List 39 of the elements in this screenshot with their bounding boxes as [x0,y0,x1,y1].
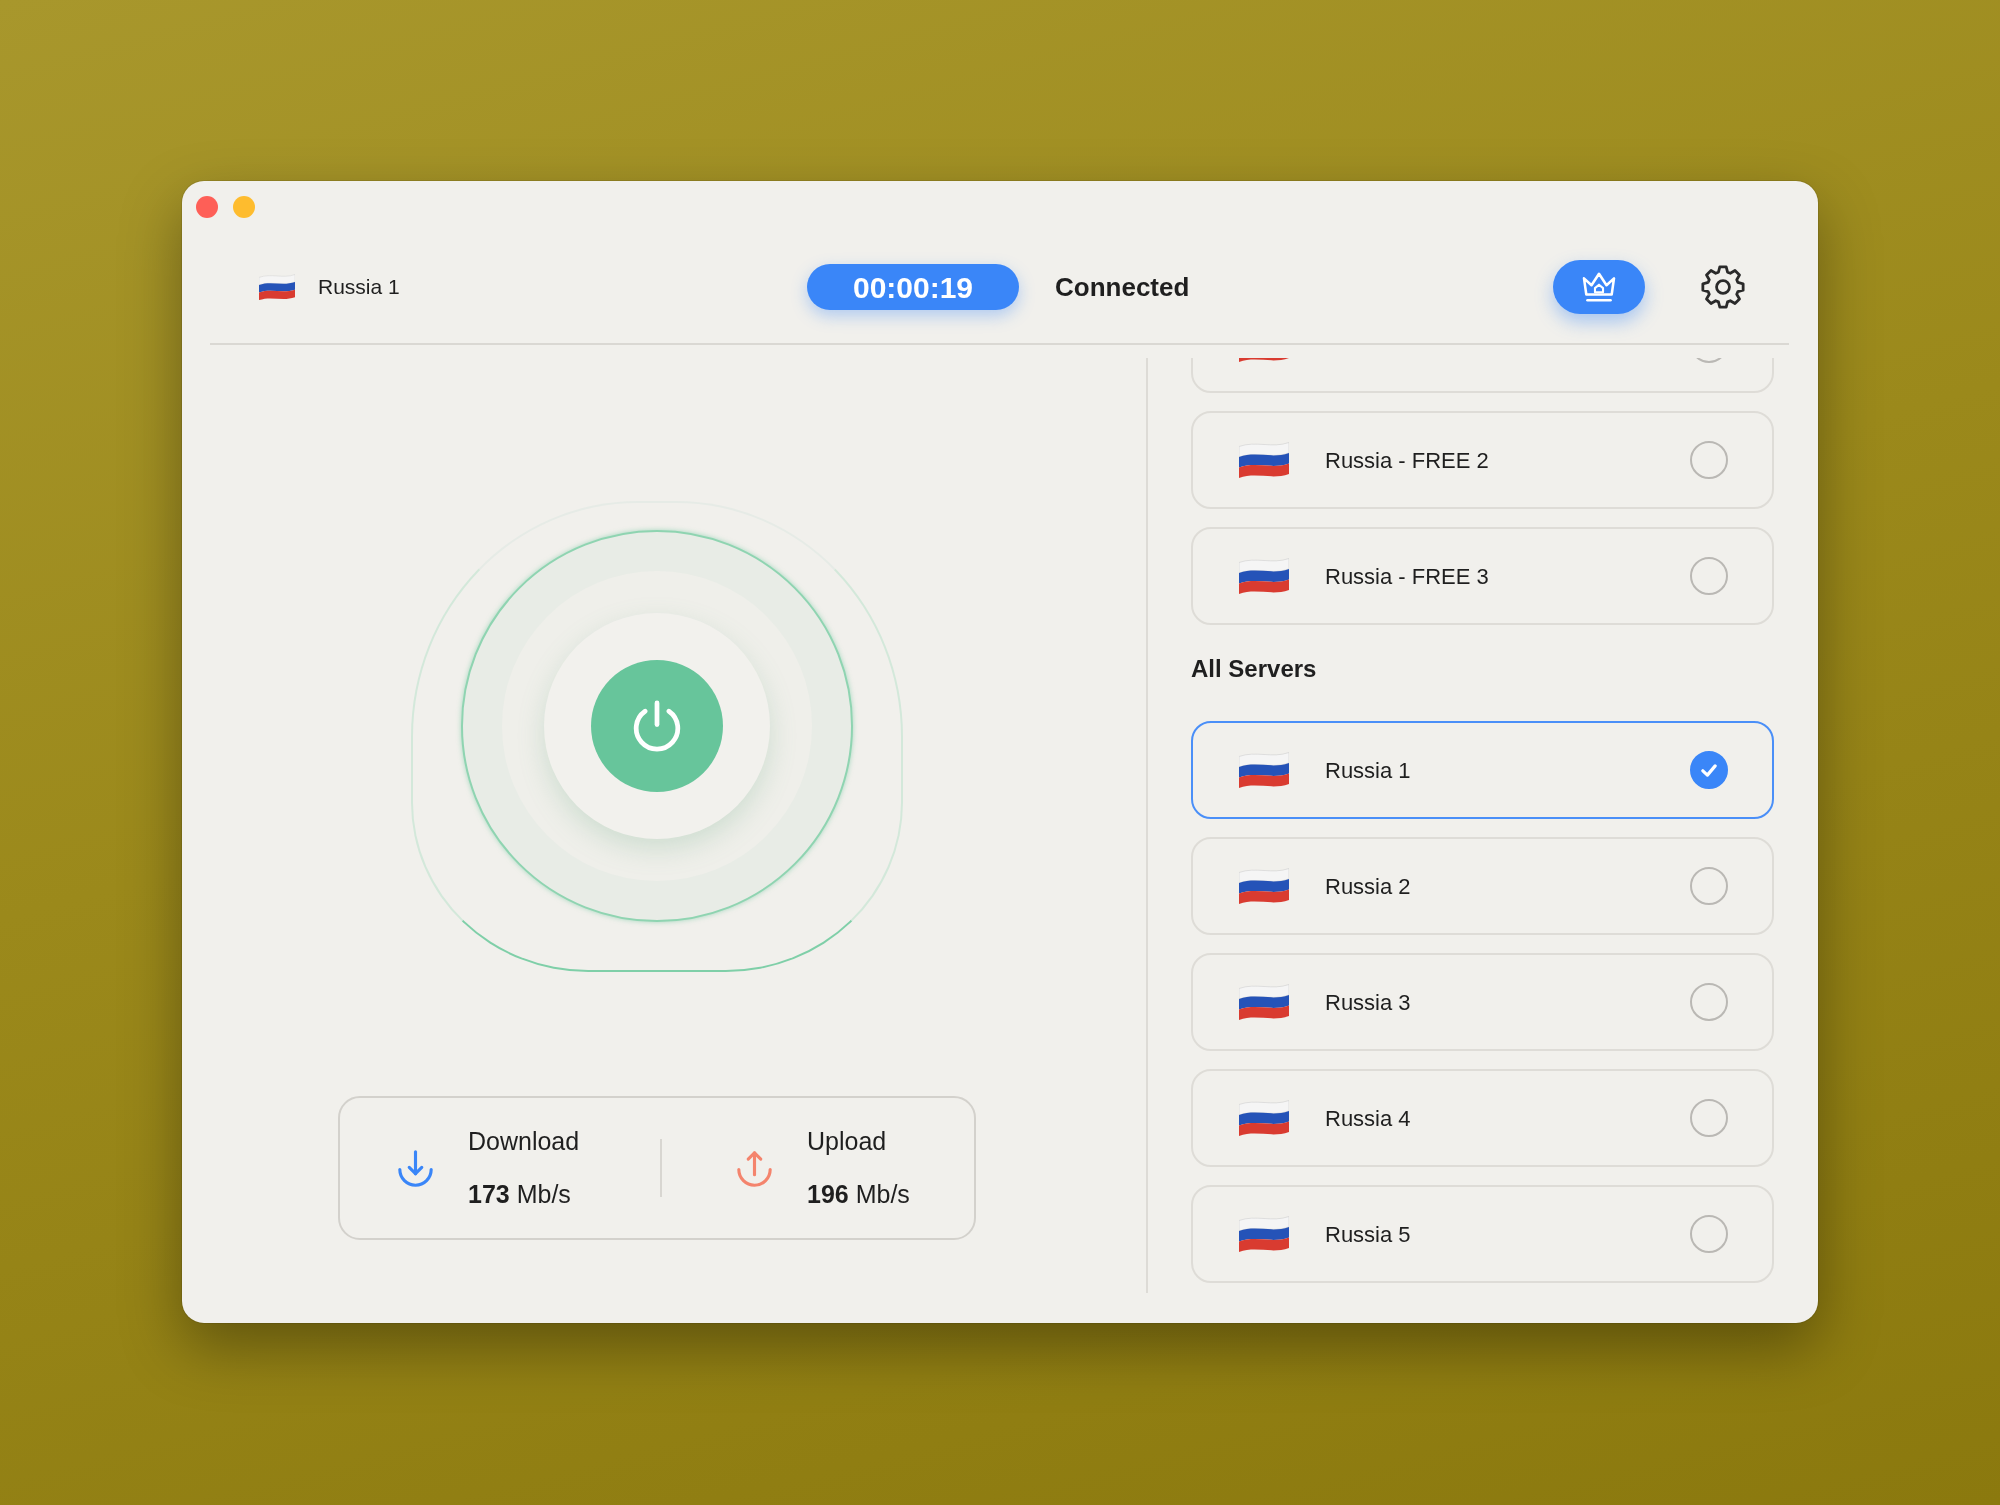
speed-value: 173 Mb/s [468,1179,572,1210]
minimize-button[interactable] [233,196,255,218]
connection-status: Connected [1055,270,1190,304]
server-item[interactable]: Russia - FREE 3 [1191,527,1774,625]
flag-icon [1239,557,1289,595]
radio-button[interactable] [1690,557,1728,595]
settings-icon[interactable] [1701,265,1745,309]
speed-label: Upload [807,1126,888,1156]
server-item[interactable]: Russia 2 [1191,837,1774,935]
close-button[interactable] [196,196,218,218]
speed-value: 196 Mb/s [807,1179,911,1210]
flag-icon [1239,441,1289,479]
flag-icon [1239,983,1289,1021]
download-icon [398,1149,433,1187]
current-server-name: Russia 1 [318,274,400,301]
crown-icon [1582,272,1616,302]
section-heading: All Servers [1191,654,1318,684]
radio-button[interactable] [1690,1099,1728,1137]
radio-button[interactable] [1690,983,1728,1021]
server-item[interactable]: Russia 3 [1191,953,1774,1051]
radio-button[interactable] [1690,751,1728,789]
flag-icon [1239,1099,1289,1137]
flag-icon [1239,751,1289,789]
check-icon [1701,763,1717,777]
server-item[interactable]: Russia - FREE 2 [1191,411,1774,509]
crown-button[interactable] [1553,260,1645,314]
flag-icon [1239,1215,1289,1253]
flag-icon [259,273,295,301]
radio-button[interactable] [1690,1215,1728,1253]
server-item[interactable]: Russia 5 [1191,1185,1774,1283]
connection-timer: 00:00:19 [807,264,1019,310]
radio-button[interactable] [1690,867,1728,905]
server-item[interactable]: Russia 4 [1191,1069,1774,1167]
power-icon [633,700,681,752]
radio-button[interactable] [1690,441,1728,479]
flag-icon [1239,867,1289,905]
speed-label: Download [468,1126,581,1156]
server-item[interactable]: Russia 1 [1191,721,1774,819]
upload-icon [737,1149,772,1187]
